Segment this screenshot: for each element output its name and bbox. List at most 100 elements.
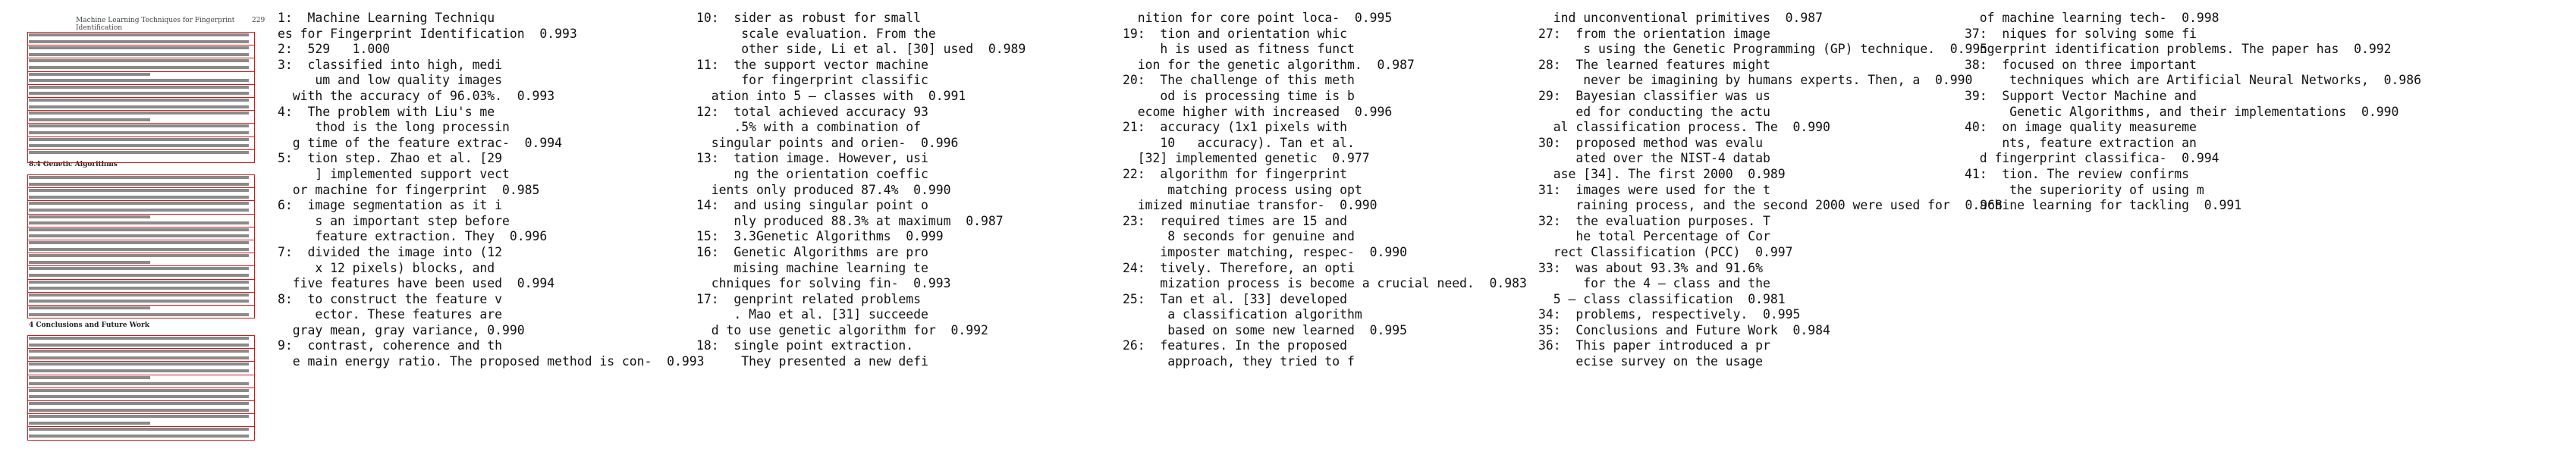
ocr-line: for the 4 – class and the bbox=[1538, 276, 1770, 291]
ocr-line: achine learning for tackling 0.991 bbox=[1965, 198, 2242, 213]
thumbnail-line bbox=[29, 312, 249, 316]
detection-box bbox=[27, 213, 255, 228]
detection-box bbox=[27, 265, 255, 280]
ocr-line: od is processing time is b bbox=[1123, 88, 1355, 103]
detection-box bbox=[27, 174, 255, 189]
ocr-line: ion for the genetic algorithm. 0.987 bbox=[1123, 57, 1415, 72]
thumbnail-line bbox=[29, 435, 249, 438]
ocr-line: d fingerprint classifica- 0.994 bbox=[1965, 151, 2219, 166]
detection-box bbox=[27, 32, 255, 46]
ocr-line: 10: sider as robust for small bbox=[696, 11, 922, 25]
ocr-line: 29: Bayesian classifier was us bbox=[1538, 88, 1770, 103]
ocr-line: raining process, and the second 2000 wer… bbox=[1538, 198, 2003, 213]
ocr-line: 31: images were used for the t bbox=[1538, 182, 1770, 197]
detection-box bbox=[27, 226, 255, 240]
detection-box bbox=[27, 149, 255, 163]
ocr-line: 12: total achieved accuracy 93 bbox=[696, 104, 928, 119]
thumbnail-line bbox=[29, 382, 249, 386]
ocr-line: al classification process. The 0.990 bbox=[1538, 120, 1830, 135]
ocr-line: matching process using opt bbox=[1123, 182, 1362, 197]
ocr-line: 19: tion and orientation whic bbox=[1123, 26, 1348, 41]
ocr-line: imposter matching, respec- 0.990 bbox=[1123, 244, 1407, 259]
ocr-line: a classification algorithm bbox=[1123, 307, 1362, 322]
thumbnail-line bbox=[29, 195, 249, 199]
thumbnail-line bbox=[29, 105, 249, 108]
ocr-line: 40: on image quality measureme bbox=[1965, 120, 2197, 135]
detection-box bbox=[27, 387, 255, 401]
thumbnail-line bbox=[29, 234, 249, 238]
ocr-line: ients only produced 87.4% 0.990 bbox=[696, 182, 951, 197]
ocr-line: ngerprint identification problems. The p… bbox=[1965, 42, 2392, 57]
ocr-column-3: nition for core point loca- 0.995 19: tio… bbox=[1123, 11, 1527, 370]
ocr-line: rect Classification (PCC) 0.997 bbox=[1538, 244, 1793, 259]
section-heading-conclusions: 4 Conclusions and Future Work bbox=[29, 322, 150, 329]
ocr-line: 41: tion. The review confirms bbox=[1965, 166, 2190, 181]
ocr-line: feature extraction. They 0.996 bbox=[278, 229, 548, 244]
ocr-line: 24: tively. Therefore, an opti bbox=[1123, 260, 1355, 275]
ocr-line: ed for conducting the actu bbox=[1538, 104, 1770, 119]
ocr-line: 35: Conclusions and Future Work 0.984 bbox=[1538, 322, 1830, 337]
ocr-column-1: 1: Machine Learning Techniqu es for Finge… bbox=[278, 11, 704, 370]
ocr-line: singular points and orien- 0.996 bbox=[696, 135, 959, 150]
thumbnail-line bbox=[29, 79, 249, 83]
ocr-line: 14: and using singular point o bbox=[696, 198, 928, 213]
ocr-line: gray mean, gray variance, 0.990 bbox=[278, 322, 525, 337]
thumbnail-line bbox=[29, 92, 249, 96]
ocr-line: .5% with a combination of bbox=[696, 120, 922, 135]
running-header: Machine Learning Techniques for Fingerpr… bbox=[76, 17, 235, 32]
ocr-line: never be imagining by humans experts. Th… bbox=[1538, 73, 1973, 88]
thumbnail-line bbox=[29, 287, 249, 290]
ocr-line: 4: The problem with Liu's me bbox=[278, 104, 495, 119]
ocr-column-5: of machine learning tech- 0.998 37: nique… bbox=[1965, 11, 2421, 214]
ocr-line: [32] implemented genetic 0.977 bbox=[1123, 151, 1370, 166]
ocr-line: 21: accuracy (1x1 pixels with bbox=[1123, 120, 1348, 135]
ocr-line: five features have been used 0.994 bbox=[278, 276, 555, 291]
ocr-line: es for Fingerprint Identification 0.993 bbox=[278, 26, 577, 41]
ocr-line: other side, Li et al. [30] used 0.989 bbox=[696, 42, 1026, 57]
ocr-line: 27: from the orientation image bbox=[1538, 26, 1770, 41]
ocr-line: techniques which are Artificial Neural N… bbox=[1965, 73, 2421, 88]
page-number: 229 bbox=[252, 17, 265, 24]
ocr-line: ng the orientation coeffic bbox=[696, 166, 928, 181]
ocr-line: 8 seconds for genuine and bbox=[1123, 229, 1355, 244]
ocr-line: s using the Genetic Programming (GP) tec… bbox=[1538, 42, 1988, 57]
ocr-line: 30: proposed method was evalu bbox=[1538, 135, 1764, 150]
ocr-column-4: ind unconventional primitives 0.987 27: f… bbox=[1538, 11, 2003, 370]
page-thumbnail: Machine Learning Techniques for Fingerpr… bbox=[0, 0, 273, 455]
ocr-line: ind unconventional primitives 0.987 bbox=[1538, 11, 1823, 25]
ocr-column-2: 10: sider as robust for small scale eval… bbox=[696, 11, 1026, 370]
ocr-line: . Mao et al. [31] succeede bbox=[696, 307, 928, 322]
ocr-line: d to use genetic algorithm for 0.992 bbox=[696, 322, 988, 337]
ocr-line: nts, feature extraction an bbox=[1965, 135, 2197, 150]
ocr-line: 9: contrast, coherence and th bbox=[278, 338, 503, 353]
thumbnail-line bbox=[29, 260, 150, 264]
ocr-line: h is used as fitness funct bbox=[1123, 42, 1355, 57]
detection-box bbox=[27, 348, 255, 362]
thumbnail-line bbox=[29, 182, 249, 186]
thumbnail-line bbox=[29, 395, 249, 399]
thumbnail-line bbox=[29, 221, 249, 225]
ocr-line: the superiority of using m bbox=[1965, 182, 2204, 197]
detection-box bbox=[27, 97, 255, 111]
thumbnail-line bbox=[29, 52, 249, 56]
ocr-line: 22: algorithm for fingerprint bbox=[1123, 166, 1348, 181]
ocr-line: 5: tion step. Zhao et al. [29 bbox=[278, 151, 503, 166]
ocr-line: nition for core point loca- 0.995 bbox=[1123, 11, 1393, 25]
detection-box bbox=[27, 71, 255, 85]
thumbnail-line bbox=[29, 369, 249, 372]
thumbnail-line bbox=[29, 274, 249, 277]
thumbnail-line bbox=[29, 118, 150, 121]
ocr-line: 10 accuracy). Tan et al. bbox=[1123, 135, 1355, 150]
ocr-line: scale evaluation. From the bbox=[696, 26, 936, 41]
ocr-line: 2: 529 1.000 bbox=[278, 42, 391, 57]
thumbnail-line bbox=[29, 39, 249, 43]
thumbnail-line bbox=[29, 408, 249, 412]
ocr-line: with the accuracy of 96.03%. 0.993 bbox=[278, 88, 555, 103]
ocr-line: 34: problems, respectively. 0.995 bbox=[1538, 307, 1801, 322]
ocr-line: chniques for solving fin- 0.993 bbox=[696, 276, 951, 291]
detection-box bbox=[27, 335, 255, 350]
ocr-line: ated over the NIST-4 datab bbox=[1538, 151, 1770, 166]
thumbnail-line bbox=[29, 247, 249, 251]
ocr-line: 25: Tan et al. [33] developed bbox=[1123, 291, 1348, 306]
detection-box bbox=[27, 200, 255, 215]
